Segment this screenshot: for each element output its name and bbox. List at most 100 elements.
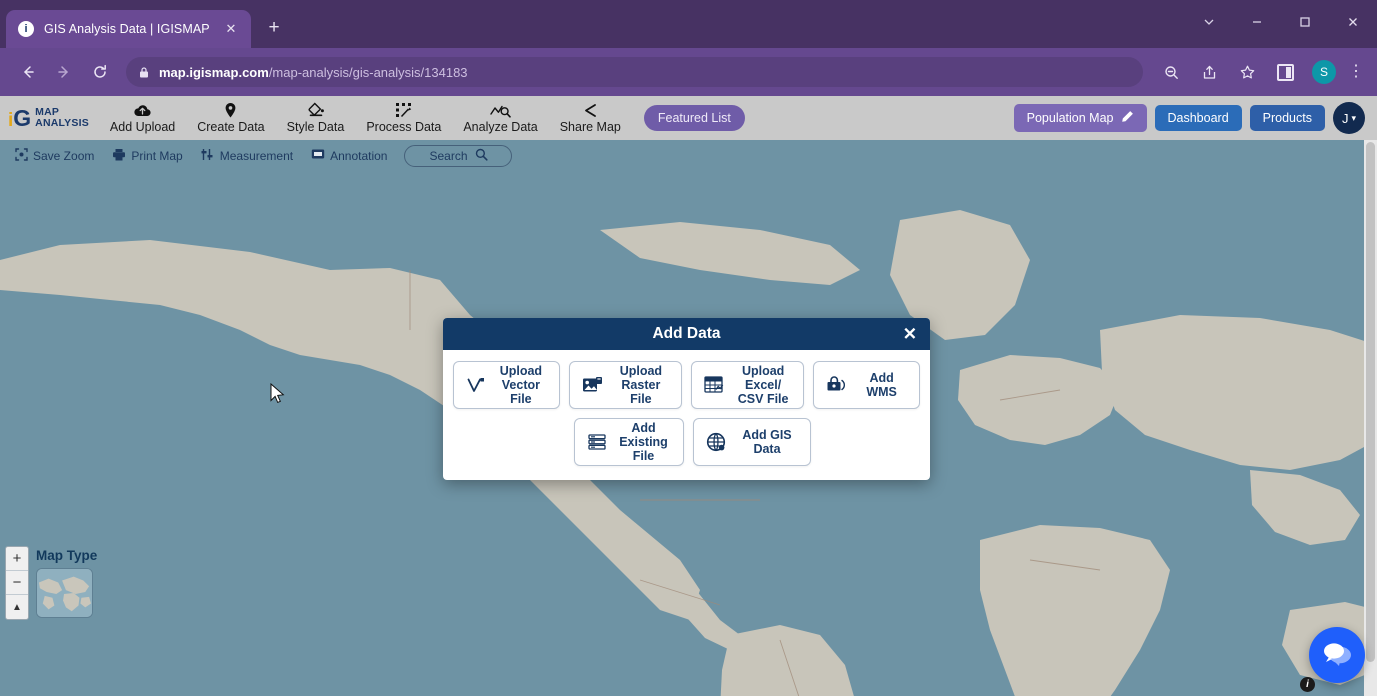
map-search-box[interactable]: Search [404, 145, 513, 167]
browser-tab[interactable]: i GIS Analysis Data | IGISMAP ✕ [6, 10, 251, 48]
toolbar-item-add-upload[interactable]: Add Upload [99, 96, 186, 140]
scrollbar-thumb[interactable] [1366, 142, 1375, 662]
browser-window: i GIS Analysis Data | IGISMAP ✕ + map.ig… [0, 0, 1377, 696]
toolbar-item-process-data[interactable]: Process Data [355, 96, 452, 140]
map-type-thumbnail[interactable] [36, 568, 93, 618]
print-map-button[interactable]: Print Map [103, 140, 191, 172]
raster-image-icon [582, 375, 604, 395]
new-tab-button[interactable]: + [259, 13, 289, 43]
toolbar-item-style-data[interactable]: Style Data [276, 96, 356, 140]
crop-frame-icon [15, 148, 28, 164]
button-label: Add GIS Data [742, 428, 792, 456]
dialog-body: Upload Vector File Upload Raster File Up… [443, 350, 930, 480]
add-data-dialog: Add Data ✕ Upload Vector File Upload Ras… [443, 318, 930, 480]
info-icon[interactable]: i [1300, 677, 1315, 692]
igismap-favicon: i [18, 21, 34, 37]
map-tool-label: Annotation [330, 149, 388, 163]
map-tool-label: Print Map [131, 149, 183, 163]
vector-icon [466, 375, 486, 395]
back-icon[interactable] [13, 57, 43, 87]
toolbar-label: Add Upload [109, 120, 176, 134]
address-bar[interactable]: map.igismap.com/map-analysis/gis-analysi… [126, 57, 1143, 87]
world-map-thumbnail [37, 569, 92, 617]
user-avatar-menu[interactable]: J ▾ [1333, 102, 1365, 134]
favicon-letter: i [24, 22, 28, 35]
population-map-button[interactable]: Population Map [1013, 104, 1147, 132]
measurement-button[interactable]: Measurement [192, 140, 302, 172]
dialog-button-row-1: Upload Vector File Upload Raster File Up… [453, 361, 920, 409]
tab-title: GIS Analysis Data | IGISMAP [44, 22, 210, 36]
logo-letter-g: G [13, 104, 32, 131]
share-icon[interactable] [1194, 57, 1224, 87]
button-label: Upload Excel/ CSV File [737, 364, 789, 406]
toolbar-label: Process Data [366, 120, 442, 134]
close-icon[interactable]: ✕ [221, 19, 241, 39]
button-label: Upload Vector File [499, 364, 543, 406]
upload-vector-file-button[interactable]: Upload Vector File [453, 361, 560, 409]
spreadsheet-icon [704, 375, 726, 395]
dashboard-button[interactable]: Dashboard [1154, 105, 1242, 131]
reload-icon[interactable] [85, 57, 115, 87]
zoom-out-button[interactable]: − [6, 571, 28, 595]
upload-excel-csv-button[interactable]: Upload Excel/ CSV File [691, 361, 805, 409]
globe-icon [706, 432, 727, 453]
featured-list-button[interactable]: Featured List [643, 105, 745, 131]
printer-icon [112, 148, 126, 164]
map-type-label: Map Type [36, 548, 98, 563]
add-existing-file-button[interactable]: Add Existing File [574, 418, 684, 466]
browser-actions: S ⋮ [1153, 57, 1367, 87]
map-toolbar: Save Zoom Print Map Measurement Annotati… [0, 140, 518, 172]
toolbar-label: Style Data [286, 120, 345, 134]
chevron-down-icon: ▾ [1351, 112, 1357, 123]
toolbar-item-analyze-data[interactable]: Analyze Data [452, 96, 548, 140]
database-stack-icon [587, 432, 607, 452]
window-controls [1185, 0, 1377, 44]
annotation-button[interactable]: Annotation [302, 140, 396, 172]
maximize-icon[interactable] [1281, 0, 1329, 44]
side-panel-icon[interactable] [1270, 57, 1300, 87]
button-label: Add WMS [866, 371, 897, 399]
dialog-close-icon[interactable]: ✕ [903, 326, 917, 343]
analyze-chart-icon [490, 102, 511, 119]
star-icon[interactable] [1232, 57, 1262, 87]
chevron-down-icon[interactable] [1185, 0, 1233, 44]
toolbar-item-share-map[interactable]: Share Map [549, 96, 632, 140]
app-toolbar: i G MAP ANALYSIS Add Upload Create Data [0, 96, 1377, 140]
toolbar-label: Share Map [559, 120, 621, 134]
paint-bucket-icon [306, 102, 325, 119]
population-map-label: Population Map [1026, 111, 1114, 125]
app-toolbar-right: Population Map Dashboard Products J ▾ [1013, 102, 1371, 134]
profile-avatar[interactable]: S [1312, 60, 1336, 84]
button-label: Add Existing File [619, 421, 668, 463]
zoom-out-icon[interactable] [1156, 57, 1186, 87]
process-icon [395, 102, 412, 119]
measure-icon [201, 148, 215, 164]
products-button[interactable]: Products [1249, 105, 1325, 131]
page-scrollbar[interactable] [1364, 140, 1377, 696]
add-gis-data-button[interactable]: Add GIS Data [693, 418, 811, 466]
upload-raster-file-button[interactable]: Upload Raster File [568, 361, 682, 409]
minimize-icon[interactable] [1233, 0, 1281, 44]
window-close-icon[interactable] [1329, 0, 1377, 44]
tab-strip: i GIS Analysis Data | IGISMAP ✕ + [0, 0, 289, 48]
zoom-reset-button[interactable]: ▲ [6, 595, 28, 619]
cloud-upload-icon [133, 102, 152, 119]
chat-bubbles-icon [1321, 639, 1353, 672]
dialog-button-row-2: Add Existing File Add GIS Data [453, 418, 920, 466]
map-tool-label: Measurement [219, 149, 294, 163]
toolbar-item-create-data[interactable]: Create Data [186, 96, 275, 140]
zoom-in-button[interactable]: + [6, 547, 28, 571]
igismap-logo[interactable]: i G MAP ANALYSIS [6, 104, 99, 131]
share-nodes-icon [582, 102, 599, 119]
browser-menu-icon[interactable]: ⋮ [1345, 64, 1367, 80]
dialog-header: Add Data ✕ [443, 318, 930, 350]
add-wms-button[interactable]: Add WMS [813, 361, 920, 409]
url-text: map.igismap.com/map-analysis/gis-analysi… [159, 65, 468, 80]
map-type-control: Map Type [36, 548, 97, 618]
chat-widget-button[interactable] [1309, 627, 1365, 683]
annotation-icon [311, 148, 325, 164]
search-icon [475, 148, 488, 164]
save-zoom-button[interactable]: Save Zoom [6, 140, 103, 172]
forward-icon[interactable] [49, 57, 79, 87]
browser-navbar: map.igismap.com/map-analysis/gis-analysi… [0, 48, 1377, 96]
